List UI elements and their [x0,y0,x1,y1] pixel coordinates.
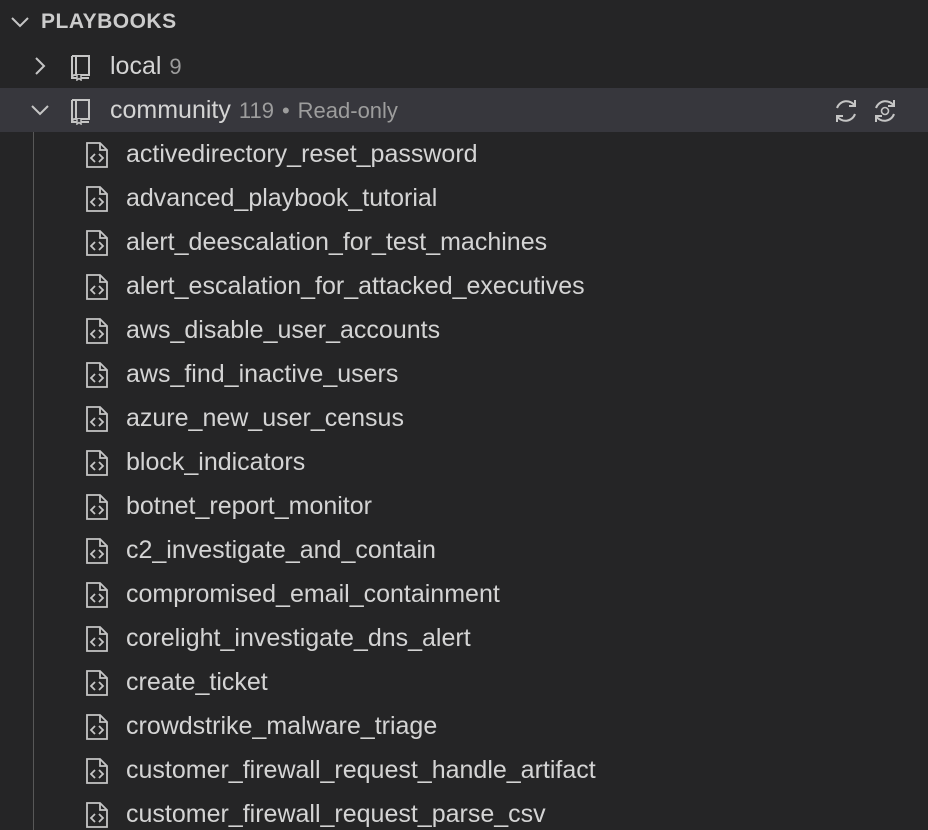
playbooks-section-header[interactable]: PLAYBOOKS [0,0,928,44]
tree-item-local[interactable]: local 9 [0,44,928,88]
file-code-icon [86,538,108,564]
file-item[interactable]: customer_firewall_request_parse_csv [0,792,928,830]
file-code-icon [86,758,108,784]
group-label: local [110,52,162,80]
file-item[interactable]: alert_deescalation_for_test_machines [0,220,928,264]
chevron-down-icon [31,105,49,116]
group-count: 9 [169,54,182,79]
file-code-icon [86,362,108,388]
file-code-icon [86,626,108,652]
file-item[interactable]: advanced_playbook_tutorial [0,176,928,220]
file-item[interactable]: compromised_email_containment [0,572,928,616]
file-item[interactable]: azure_new_user_census [0,396,928,440]
file-label: crowdstrike_malware_triage [126,712,438,740]
file-code-icon [86,714,108,740]
file-label: azure_new_user_census [126,404,404,432]
file-label: block_indicators [126,448,306,476]
file-item[interactable]: aws_find_inactive_users [0,352,928,396]
file-item[interactable]: botnet_report_monitor [0,484,928,528]
file-code-icon [86,582,108,608]
file-label: alert_deescalation_for_test_machines [126,228,548,256]
file-label: customer_firewall_request_handle_artifac… [126,756,596,784]
file-item[interactable]: activedirectory_reset_password [0,132,928,176]
group-count: 119 [238,98,274,123]
file-item[interactable]: c2_investigate_and_contain [0,528,928,572]
read-only-status: Read-only [297,98,398,123]
file-code-icon [86,802,108,828]
file-label: create_ticket [126,668,268,696]
sync-icon[interactable] [870,96,900,126]
file-label: aws_find_inactive_users [126,360,399,388]
file-label: c2_investigate_and_contain [126,536,436,564]
file-label: compromised_email_containment [126,580,500,608]
file-label: alert_escalation_for_attacked_executives [126,272,585,300]
file-label: activedirectory_reset_password [126,140,478,168]
file-code-icon [86,230,108,256]
file-item[interactable]: customer_firewall_request_handle_artifac… [0,748,928,792]
file-code-icon [86,450,108,476]
book-icon [71,55,90,81]
chevron-right-icon [35,57,46,75]
file-code-icon [86,494,108,520]
chevron-down-icon [11,17,29,28]
file-item[interactable]: corelight_investigate_dns_alert [0,616,928,660]
file-item[interactable]: aws_disable_user_accounts [0,308,928,352]
section-title: PLAYBOOKS [41,10,177,33]
tree-item-community[interactable]: community 119 • Read-only [0,88,928,132]
file-item[interactable]: alert_escalation_for_attacked_executives [0,264,928,308]
book-icon [71,99,90,125]
file-label: botnet_report_monitor [126,492,372,520]
file-code-icon [86,318,108,344]
file-code-icon [86,142,108,168]
file-code-icon [86,670,108,696]
file-code-icon [86,406,108,432]
file-label: aws_disable_user_accounts [126,316,441,344]
group-label: community [110,96,231,124]
file-label: customer_firewall_request_parse_csv [126,800,546,828]
separator-dot: • [281,98,290,123]
refresh-icon[interactable] [831,96,861,126]
file-label: corelight_investigate_dns_alert [126,624,471,652]
file-item[interactable]: block_indicators [0,440,928,484]
file-item[interactable]: crowdstrike_malware_triage [0,704,928,748]
file-code-icon [86,186,108,212]
file-code-icon [86,274,108,300]
file-label: advanced_playbook_tutorial [126,184,438,212]
file-item[interactable]: create_ticket [0,660,928,704]
